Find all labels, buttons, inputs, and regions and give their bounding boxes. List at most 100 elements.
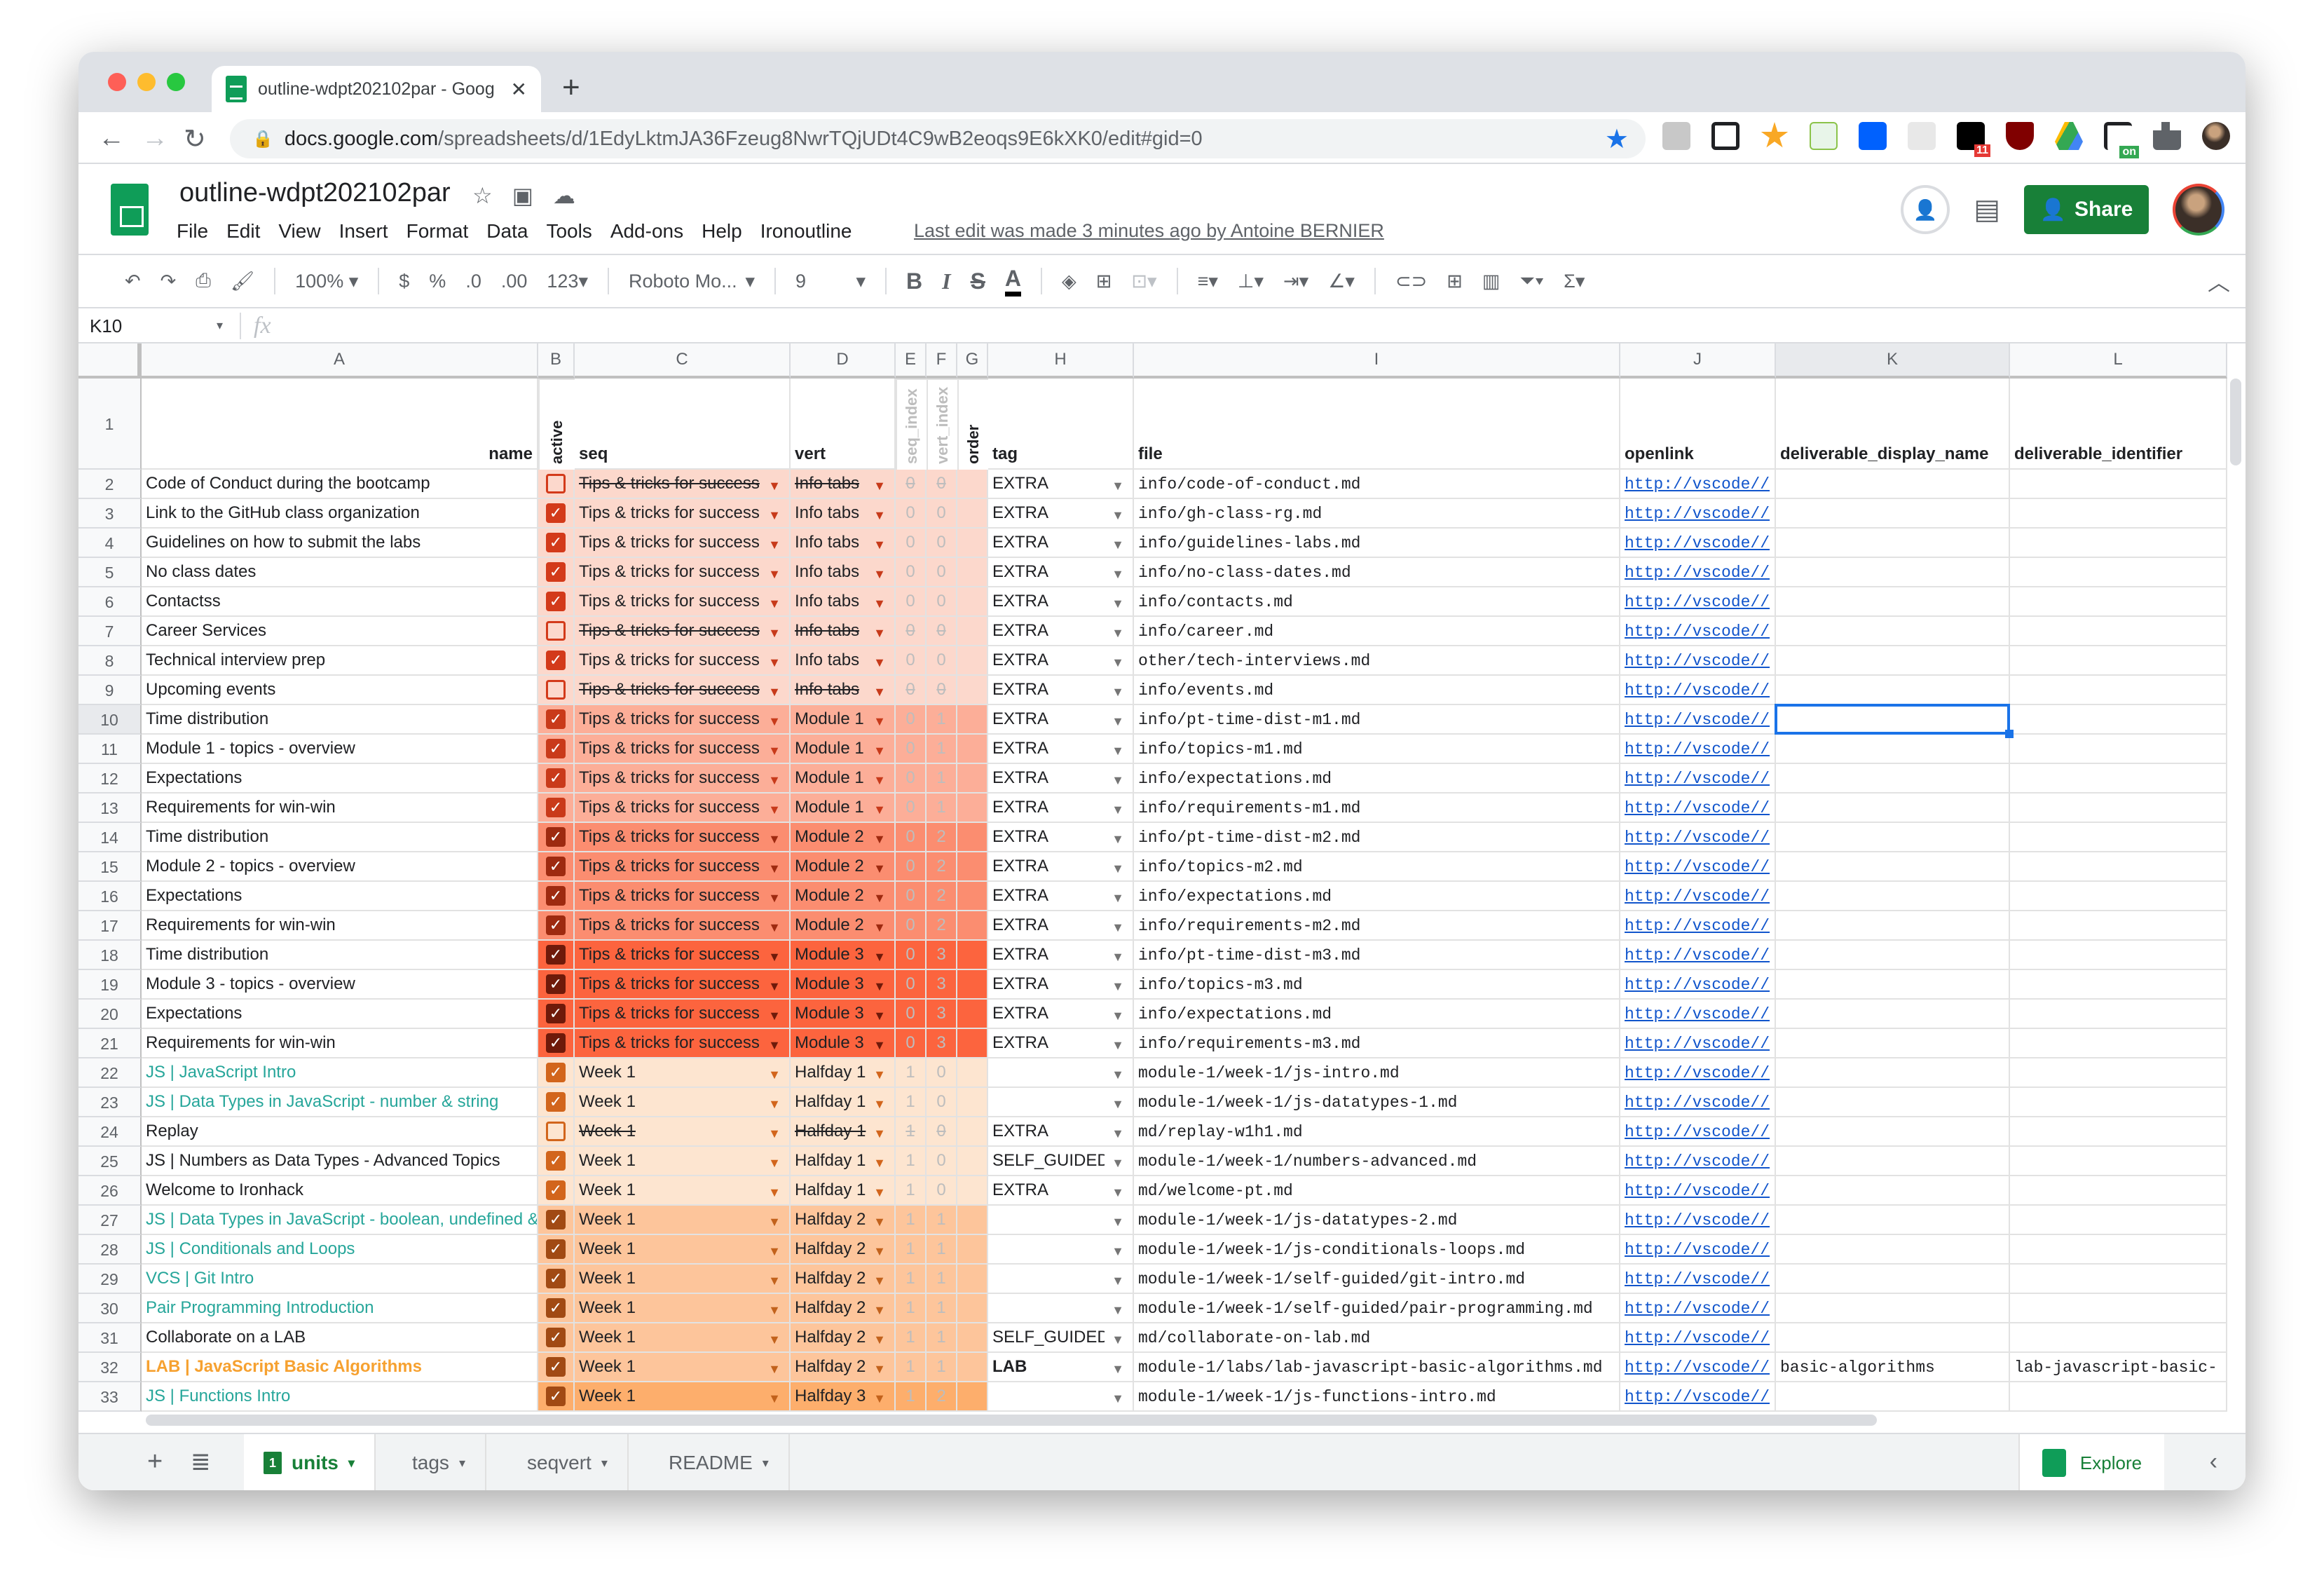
checkbox-checked[interactable]: ✓ <box>546 592 566 611</box>
file-cell[interactable]: md/collaborate-on-lab.md <box>1134 1323 1620 1353</box>
active-cell[interactable] <box>538 470 575 499</box>
checkbox-checked[interactable]: ✓ <box>546 709 566 729</box>
url-input[interactable]: 🔒 docs.google.com/spreadsheets/d/1EdyLkt… <box>230 119 1646 158</box>
dropdown-arrow-icon[interactable]: ▼ <box>1112 1391 1124 1406</box>
dropdown-arrow-icon[interactable]: ▼ <box>768 861 781 876</box>
order-cell[interactable] <box>957 1323 988 1353</box>
active-cell[interactable]: ✓ <box>538 705 575 735</box>
openlink-cell[interactable]: http://vscode// <box>1620 558 1776 587</box>
vert-index-cell[interactable]: 0 <box>927 558 957 587</box>
tag-cell[interactable]: EXTRA ▼ <box>988 646 1134 676</box>
deliverable-display-name-cell[interactable] <box>1776 1058 2010 1088</box>
dropdown-arrow-icon[interactable]: ▼ <box>768 1185 781 1200</box>
seq-index-cell[interactable]: 0 <box>896 617 927 646</box>
browser-tab[interactable]: outline-wdpt202102par - Goog ✕ <box>212 66 541 112</box>
checkbox-checked[interactable]: ✓ <box>546 739 566 758</box>
deliverable-identifier-cell[interactable] <box>2010 1147 2227 1176</box>
seq-index-cell[interactable]: 1 <box>896 1382 927 1412</box>
deliverable-display-name-cell[interactable] <box>1776 587 2010 617</box>
name-cell[interactable]: Career Services <box>142 617 538 646</box>
dropdown-arrow-icon[interactable]: ▼ <box>768 891 781 906</box>
deliverable-identifier-cell[interactable] <box>2010 470 2227 499</box>
browser-profile-avatar[interactable] <box>2202 122 2230 150</box>
tag-cell[interactable]: SELF_GUIDED ▼ <box>988 1323 1134 1353</box>
dropdown-arrow-icon[interactable]: ▼ <box>1112 626 1124 641</box>
dropdown-arrow-icon[interactable]: ▼ <box>873 714 886 729</box>
dropdown-arrow-icon[interactable]: ▼ <box>1112 685 1124 700</box>
tag-cell[interactable]: ▼ <box>988 1088 1134 1117</box>
dropdown-arrow-icon[interactable]: ▼ <box>1112 655 1124 670</box>
vert-cell[interactable]: Halfday 2 ▼ <box>791 1206 896 1235</box>
active-cell[interactable]: ✓ <box>538 823 575 852</box>
seq-cell[interactable]: Week 1 ▼ <box>575 1382 791 1412</box>
column-header-h[interactable]: H <box>988 343 1134 379</box>
seq-cell[interactable]: Tips & tricks for success ▼ <box>575 676 791 705</box>
tag-cell[interactable]: EXTRA ▼ <box>988 617 1134 646</box>
name-cell[interactable]: Upcoming events <box>142 676 538 705</box>
vert-cell[interactable]: Halfday 1 ▼ <box>791 1088 896 1117</box>
active-cell[interactable]: ✓ <box>538 911 575 941</box>
print-icon[interactable]: ⎙ <box>196 270 211 292</box>
tag-cell[interactable]: EXTRA ▼ <box>988 558 1134 587</box>
dropdown-arrow-icon[interactable]: ▼ <box>873 891 886 906</box>
menu-ironoutline[interactable]: Ironoutline <box>760 220 852 243</box>
vert-cell[interactable]: Info tabs ▼ <box>791 558 896 587</box>
dropdown-arrow-icon[interactable]: ▼ <box>768 1215 781 1229</box>
deliverable-display-name-cell[interactable] <box>1776 1088 2010 1117</box>
seq-cell[interactable]: Tips & tricks for success ▼ <box>575 1029 791 1058</box>
openlink-cell[interactable]: http://vscode// <box>1620 499 1776 529</box>
seq-cell[interactable]: Tips & tricks for success ▼ <box>575 764 791 793</box>
header-cell-file[interactable]: file <box>1134 379 1620 470</box>
openlink-cell[interactable]: http://vscode// <box>1620 941 1776 970</box>
file-cell[interactable]: info/topics-m2.md <box>1134 852 1620 882</box>
collapse-toolbar-icon[interactable]: ︿ <box>2208 265 2230 297</box>
checkbox-checked[interactable]: ✓ <box>546 886 566 906</box>
checkbox-checked[interactable]: ✓ <box>546 1298 566 1318</box>
checkbox-unchecked[interactable] <box>546 474 566 493</box>
sheet-tab-units[interactable]: 1 units ▾ <box>244 1434 376 1490</box>
active-cell[interactable] <box>538 676 575 705</box>
dropdown-arrow-icon[interactable]: ▼ <box>768 979 781 994</box>
strikethrough-icon[interactable]: S <box>971 268 985 294</box>
active-cell[interactable]: ✓ <box>538 646 575 676</box>
vert-cell[interactable]: Module 2 ▼ <box>791 882 896 911</box>
vert-index-cell[interactable]: 2 <box>927 911 957 941</box>
name-cell[interactable]: Time distribution <box>142 941 538 970</box>
seq-index-cell[interactable]: 1 <box>896 1265 927 1294</box>
vert-cell[interactable]: Halfday 2 ▼ <box>791 1294 896 1323</box>
dropdown-arrow-icon[interactable]: ▼ <box>768 655 781 670</box>
tag-cell[interactable]: ▼ <box>988 1294 1134 1323</box>
name-cell[interactable]: Expectations <box>142 764 538 793</box>
file-cell[interactable]: module-1/week-1/js-conditionals-loops.md <box>1134 1235 1620 1265</box>
dropdown-arrow-icon[interactable]: ▼ <box>768 832 781 847</box>
order-cell[interactable] <box>957 617 988 646</box>
dropdown-arrow-icon[interactable]: ▼ <box>1112 950 1124 965</box>
seq-index-cell[interactable]: 0 <box>896 793 927 823</box>
dropdown-arrow-icon[interactable]: ▼ <box>768 803 781 817</box>
order-cell[interactable] <box>957 735 988 764</box>
seq-cell[interactable]: Week 1 ▼ <box>575 1294 791 1323</box>
dropdown-arrow-icon[interactable]: ▼ <box>768 1362 781 1377</box>
order-cell[interactable] <box>957 793 988 823</box>
deliverable-identifier-cell[interactable]: lab-javascript-basic- <box>2010 1353 2227 1382</box>
checkbox-checked[interactable]: ✓ <box>546 1210 566 1229</box>
checkbox-checked[interactable]: ✓ <box>546 1269 566 1288</box>
tag-cell[interactable]: LAB ▼ <box>988 1353 1134 1382</box>
deliverable-display-name-cell[interactable] <box>1776 1382 2010 1412</box>
toggle-extension-icon[interactable]: on <box>2104 122 2139 158</box>
row-header[interactable]: 15 <box>78 852 142 882</box>
deliverable-identifier-cell[interactable] <box>2010 823 2227 852</box>
deliverable-display-name-cell[interactable] <box>1776 852 2010 882</box>
seq-cell[interactable]: Week 1 ▼ <box>575 1088 791 1117</box>
fill-color-icon[interactable]: ◈ <box>1062 271 1076 292</box>
openlink-cell[interactable]: http://vscode// <box>1620 1353 1776 1382</box>
active-cell[interactable]: ✓ <box>538 764 575 793</box>
checkbox-checked[interactable]: ✓ <box>546 562 566 582</box>
dropdown-arrow-icon[interactable]: ▼ <box>768 744 781 758</box>
file-cell[interactable]: info/requirements-m3.md <box>1134 1029 1620 1058</box>
tag-cell[interactable]: EXTRA ▼ <box>988 793 1134 823</box>
file-cell[interactable]: info/no-class-dates.md <box>1134 558 1620 587</box>
vert-index-cell[interactable]: 0 <box>927 499 957 529</box>
seq-index-cell[interactable]: 0 <box>896 764 927 793</box>
tag-cell[interactable]: EXTRA ▼ <box>988 852 1134 882</box>
